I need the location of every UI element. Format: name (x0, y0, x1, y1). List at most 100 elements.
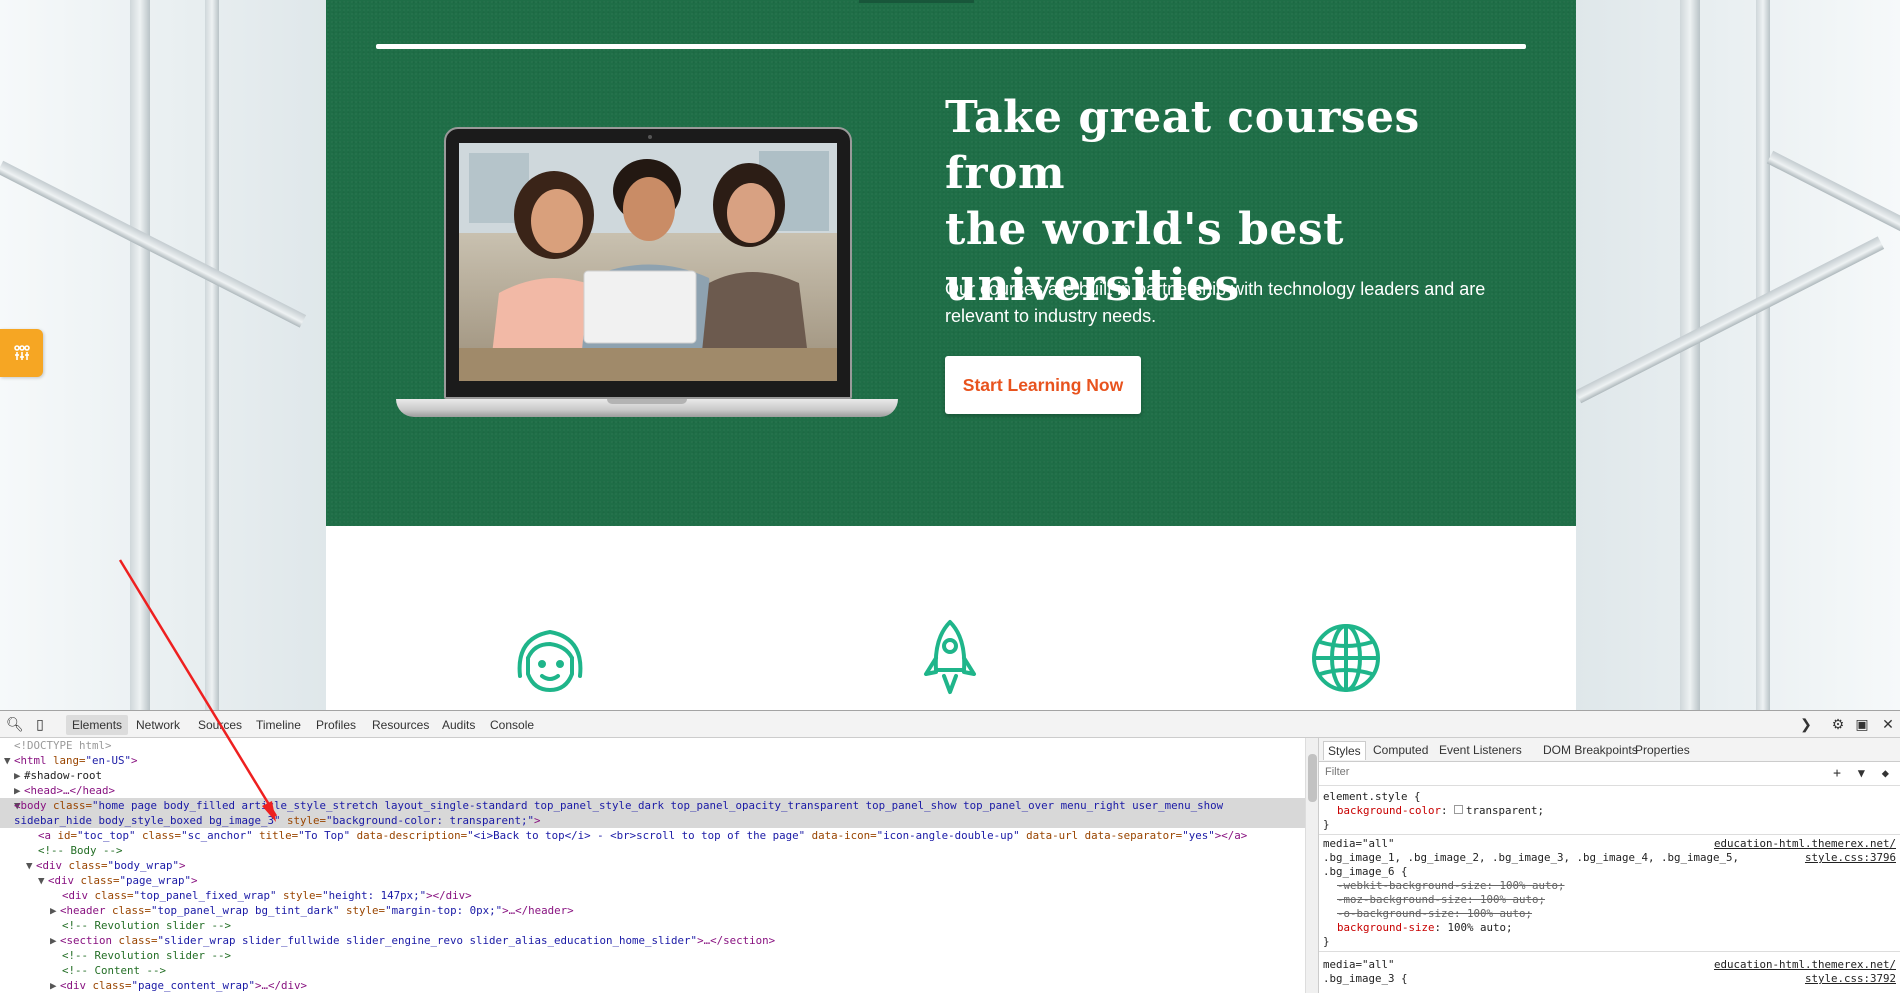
dock-side-icon[interactable]: ▣ (1854, 716, 1870, 732)
stylesheet-link[interactable]: education-html.themerex.net/ (1714, 958, 1896, 972)
style-property-row[interactable]: background-size: 100% auto; (1337, 921, 1513, 935)
collapsed-triangle-icon[interactable]: ▶ (50, 903, 60, 918)
overridden-property: -webkit-background-size: 100% auto; (1337, 879, 1565, 892)
attr-name: class= (62, 859, 108, 872)
tab-audits[interactable]: Audits (436, 715, 481, 735)
tab-profiles[interactable]: Profiles (310, 715, 362, 735)
attr-value: "background-color: transparent;" (326, 814, 535, 827)
dom-line-selected-wrap[interactable]: sidebar_hide body_style_boxed bg_image_3… (0, 813, 1305, 828)
hero-subtitle-line: Our courses are built in partnership wit… (945, 279, 1486, 299)
style-rule-selector: element.style { (1323, 790, 1421, 804)
dom-line[interactable]: <a id="toc_top" class="sc_anchor" title=… (38, 828, 1247, 843)
dom-line[interactable]: <!DOCTYPE html> (14, 738, 112, 753)
hero-title-line: the world's best (945, 204, 1344, 255)
tab-timeline[interactable]: Timeline (250, 715, 307, 735)
color-swatch[interactable] (1454, 805, 1464, 814)
dom-line[interactable]: ▶ <div class="page_content_wrap">…</div> (50, 978, 307, 993)
dom-line[interactable]: ▶ <head>…</head> (14, 783, 115, 798)
collapsed-triangle-icon[interactable]: ▶ (14, 768, 24, 783)
dom-line[interactable]: <!-- Content --> (62, 963, 166, 978)
search-icon[interactable]: 🔍︎ (6, 716, 24, 732)
collapsed-triangle-icon[interactable]: ▶ (14, 783, 24, 798)
attr-value: "page_content_wrap" (131, 979, 256, 992)
dom-line-selected[interactable]: ▼<body class="home page body_filled arti… (0, 798, 1305, 813)
hero-title-line: Take great courses from (945, 92, 1420, 199)
style-property-row[interactable]: background-color: transparent; (1337, 804, 1544, 818)
attr-name: class= (135, 829, 182, 842)
property-value: transparent; (1466, 804, 1545, 817)
attr-name: data-url data-separator= (1019, 829, 1183, 842)
new-style-rule-icon[interactable]: + (1833, 766, 1841, 781)
dom-line[interactable]: ▶ <section class="slider_wrap slider_full… (50, 933, 775, 948)
attr-name: id= (51, 829, 78, 842)
hero-slider: Take great courses from the world's best… (326, 0, 1576, 526)
background-glass-right (1576, 0, 1900, 710)
tab-sources[interactable]: Sources (192, 715, 248, 735)
attr-name: class= (74, 874, 120, 887)
dom-line[interactable]: ▼ <div class="page_wrap"> (38, 873, 198, 888)
device-mode-icon[interactable]: ▯ (32, 716, 48, 732)
background-pillar (130, 0, 150, 710)
tab-event-listeners[interactable]: Event Listeners (1435, 741, 1526, 760)
laptop-notch (607, 399, 687, 404)
dom-tree-scrollbar[interactable] (1305, 738, 1318, 993)
tab-elements[interactable]: Elements (66, 715, 129, 735)
tag-name: <div (60, 979, 87, 992)
dom-line[interactable]: ▼ <div class="body_wrap"> (26, 858, 186, 873)
tab-computed[interactable]: Computed (1369, 741, 1432, 760)
style-property-row-overridden[interactable]: -webkit-background-size: 100% auto; (1337, 879, 1565, 893)
element-state-icon[interactable]: ◆ (1882, 766, 1889, 780)
attr-value: "top_panel_fixed_wrap" (133, 889, 277, 902)
expanded-triangle-icon[interactable]: ▼ (4, 753, 14, 768)
page-viewport: Take great courses from the world's best… (0, 0, 1900, 710)
tag-name: <a (38, 829, 52, 842)
style-property-row-overridden[interactable]: -o-background-size: 100% auto; (1337, 907, 1532, 921)
stylesheet-line-link[interactable]: style.css:3792 (1805, 972, 1896, 986)
expanded-triangle-icon[interactable]: ▼ (38, 873, 48, 888)
dom-line[interactable]: <!-- Revolution slider --> (62, 948, 231, 963)
gear-icon[interactable]: ⚙ (1830, 716, 1846, 732)
collapsed-triangle-icon[interactable]: ▶ (50, 978, 60, 993)
expanded-triangle-icon[interactable]: ▼ (0, 798, 21, 813)
selector-text: .bg_image_3 { (1323, 972, 1408, 985)
dom-line[interactable]: ▶ #shadow-root (14, 768, 102, 783)
settings-side-tab[interactable] (0, 329, 43, 377)
html-comment: <!-- Revolution slider --> (62, 949, 232, 962)
attr-value: "body_wrap" (107, 859, 180, 872)
tag-name: <div (48, 874, 75, 887)
close-icon[interactable]: ✕ (1880, 716, 1896, 732)
collapsed-triangle-icon[interactable]: ▶ (50, 933, 60, 948)
style-rule-media: media="all" (1323, 837, 1395, 851)
dom-line[interactable]: <div class="top_panel_fixed_wrap" style=… (62, 888, 472, 903)
dom-line[interactable]: <!-- Body --> (38, 843, 123, 858)
laptop-lid (444, 127, 852, 399)
styles-filter-input[interactable] (1325, 766, 1467, 778)
attr-name: class= (88, 889, 134, 902)
tab-dom-breakpoints[interactable]: DOM Breakpoints (1539, 741, 1642, 760)
dom-line[interactable]: <!-- Revolution slider --> (62, 918, 231, 933)
start-learning-button[interactable]: Start Learning Now (945, 356, 1141, 414)
attr-name: class= (112, 934, 158, 947)
style-property-row-overridden[interactable]: -moz-background-size: 100% auto; (1337, 893, 1545, 907)
boxed-content: Take great courses from the world's best… (326, 0, 1576, 710)
expanded-triangle-icon[interactable]: ▼ (26, 858, 36, 873)
media-text: media="all" (1323, 837, 1395, 850)
dom-line[interactable]: ▶ <header class="top_panel_wrap bg_tint_d… (50, 903, 574, 918)
tab-network[interactable]: Network (130, 715, 186, 735)
pin-icon[interactable]: ▼ (1858, 766, 1865, 780)
settings-grid-icon (13, 345, 30, 360)
stylesheet-line-link[interactable]: style.css:3796 (1805, 851, 1896, 865)
attr-name: class= (105, 904, 152, 917)
tab-console[interactable]: Console (484, 715, 540, 735)
attr-value: "home page body_filled article_style_str… (92, 799, 1224, 812)
scrollbar-thumb[interactable] (1308, 754, 1317, 802)
stylesheet-link[interactable]: education-html.themerex.net/ (1714, 837, 1896, 851)
dom-line[interactable]: ▼ <html lang="en-US"> (4, 753, 138, 768)
shadow-root: #shadow-root (24, 769, 103, 782)
tab-styles[interactable]: Styles (1323, 741, 1366, 760)
html-comment: <!-- Content --> (62, 964, 167, 977)
tab-resources[interactable]: Resources (366, 715, 435, 735)
tab-properties[interactable]: Properties (1631, 741, 1694, 760)
html-comment: <!-- Revolution slider --> (62, 919, 232, 932)
console-drawer-icon[interactable]: ❯ (1798, 716, 1814, 732)
